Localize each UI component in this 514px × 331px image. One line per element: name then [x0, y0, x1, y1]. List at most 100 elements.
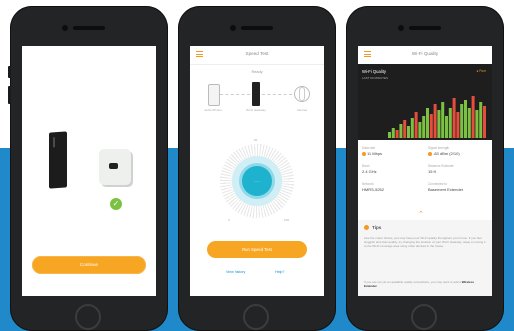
stat-key: Signal strength	[428, 146, 450, 150]
quality-bar	[399, 124, 403, 138]
stat-key: Network	[362, 182, 374, 186]
tips-icon	[364, 225, 369, 230]
stat-value: Basement Extender	[428, 187, 464, 192]
quality-bar	[467, 108, 471, 138]
stat-key: Data rate	[362, 146, 376, 150]
stat-value-text: 11 Mbps	[367, 151, 383, 156]
page-subtitle: Which Wi-Fi Extender do you have?	[58, 87, 120, 91]
connection-line	[220, 94, 250, 95]
home-button[interactable]	[411, 304, 437, 330]
close-icon[interactable]: ✕	[143, 58, 151, 69]
camera	[398, 25, 404, 31]
quality-bar	[452, 98, 456, 138]
phone-add-extender: •••••• Bell 9:41 AM 100% ✕ Add Wi-Fi Ext…	[8, 6, 168, 331]
help-link[interactable]: Help?	[275, 270, 284, 274]
tips-title: Tips	[372, 225, 382, 230]
quality-bar	[437, 110, 441, 138]
stats-grid: Data rate 11 Mbps Signal strength -83 dB…	[358, 140, 492, 220]
quality-bar	[410, 118, 414, 138]
quality-bar	[471, 96, 475, 138]
screen-add-extender: •••••• Bell 9:41 AM 100% ✕ Add Wi-Fi Ext…	[22, 46, 156, 296]
view-history-link[interactable]: View history	[226, 270, 245, 274]
gateway-icon	[252, 82, 260, 106]
home-button[interactable]	[75, 304, 101, 330]
stat-key: Band	[362, 164, 370, 168]
home-button[interactable]	[243, 304, 269, 330]
stat-value: 2.4 GHz	[362, 169, 377, 174]
speaker	[241, 26, 273, 30]
graph-legend-label: Poor	[479, 69, 486, 73]
quality-bar	[395, 130, 399, 138]
stat-distance: Distance Estimate 15 ft	[428, 164, 488, 174]
quality-bar	[426, 108, 429, 138]
chevron-up-icon[interactable]: ⌃	[418, 210, 424, 218]
quality-bar	[418, 122, 422, 138]
quality-bar	[448, 108, 452, 138]
quality-bar	[407, 126, 410, 138]
stat-key: Distance Estimate	[428, 164, 454, 168]
phone-wifi-quality: Wi-Fi Quality Wi-Fi Quality LAST 60 MINU…	[346, 6, 504, 331]
quality-bar	[445, 116, 448, 138]
quality-bar	[429, 114, 433, 138]
quality-graph: Wi-Fi Quality LAST 60 MINUTES ● Poor	[358, 64, 492, 140]
tips-body-2-text: If you are not yet an available quality …	[364, 280, 461, 284]
quality-bar	[464, 100, 467, 138]
stat-band: Band 2.4 GHz	[362, 164, 422, 174]
phone-speed-test: Speed Test Ready Jodi's iPhone Wi-Fi Gat…	[178, 6, 336, 331]
status-carrier: •••••• Bell	[26, 48, 43, 54]
run-speed-test-button[interactable]: Run Speed Test	[207, 241, 307, 258]
graph-title: Wi-Fi Quality	[362, 69, 386, 74]
status-dot	[362, 151, 366, 156]
side-button	[8, 86, 11, 104]
camera	[230, 25, 236, 31]
phone-icon	[208, 84, 220, 106]
app-header: Speed Test	[190, 46, 324, 65]
status-dot	[428, 151, 432, 156]
plugin-extender-image[interactable]	[99, 149, 131, 185]
quality-bar	[414, 112, 418, 138]
check-icon[interactable]: ✓	[110, 198, 122, 210]
stat-value-text: -83 dBm (2/10)	[433, 151, 460, 156]
screen-speed-test: Speed Test Ready Jodi's iPhone Wi-Fi Gat…	[190, 46, 324, 296]
header-title: Speed Test	[245, 51, 269, 56]
stat-value: 15 ft	[428, 169, 436, 174]
side-button	[8, 66, 11, 78]
stat-key: Connected to	[428, 182, 447, 186]
stat-signal: Signal strength -83 dBm (2/10)	[428, 146, 488, 156]
node-label-phone: Jodi's iPhone	[204, 108, 222, 112]
graph-subtitle: LAST 60 MINUTES	[362, 76, 388, 80]
dial-tick-label: 0	[228, 218, 230, 222]
quality-bar	[422, 116, 426, 138]
quality-bar	[391, 128, 395, 138]
quality-bar	[403, 120, 407, 138]
dial-value: - - -	[242, 166, 272, 196]
status-label: Ready	[251, 70, 263, 74]
continue-button[interactable]: Continue	[32, 256, 146, 274]
connection-line	[262, 94, 292, 95]
header-title: Wi-Fi Quality	[411, 51, 439, 56]
stat-value: -83 dBm (2/10)	[428, 151, 488, 156]
quality-bar	[388, 132, 391, 138]
globe-icon	[294, 86, 310, 102]
stat-data-rate: Data rate 11 Mbps	[362, 146, 422, 156]
tips-panel: Tips Like the meter shows, you may have …	[358, 220, 492, 296]
status-battery: 100%	[141, 48, 152, 54]
quality-bar	[441, 102, 445, 138]
quality-bar	[456, 112, 460, 138]
node-label-internet: Internet	[296, 108, 308, 112]
quality-bars	[388, 96, 486, 138]
quality-bar	[433, 104, 437, 138]
status-bar: •••••• Bell 9:41 AM 100%	[22, 46, 156, 56]
dial-tick-label: 50	[254, 138, 258, 142]
camera	[62, 25, 68, 31]
page-title: Add Wi-Fi Extender	[34, 70, 144, 84]
stat-connected-to: Connected to Basement Extender	[428, 182, 488, 192]
tower-extender-image[interactable]	[49, 131, 67, 189]
radio-tower-extender[interactable]	[55, 198, 67, 210]
node-label-gateway: Wi-Fi Gateway	[246, 108, 266, 112]
stat-value: 11 Mbps	[362, 151, 422, 156]
tips-body-2: If you are not yet an available quality …	[364, 280, 486, 288]
screen-wifi-quality: Wi-Fi Quality Wi-Fi Quality LAST 60 MINU…	[358, 46, 492, 296]
quality-bar	[479, 102, 483, 138]
speaker	[73, 26, 105, 30]
